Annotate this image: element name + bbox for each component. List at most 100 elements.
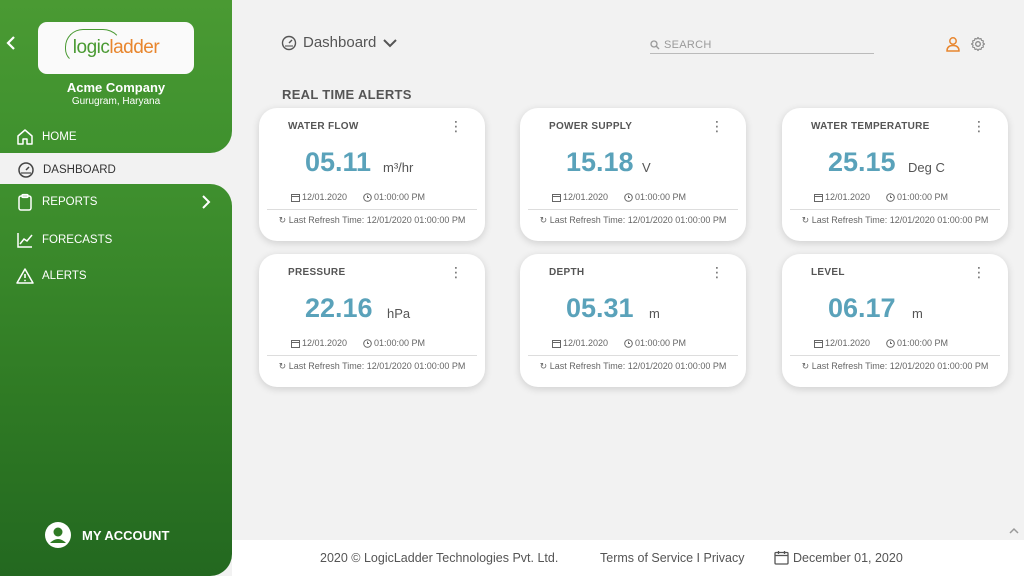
card-title: LEVEL (811, 267, 845, 278)
calendar-icon (774, 551, 789, 565)
company-location: Gurugram, Haryana (71, 96, 161, 107)
card-divider (267, 355, 477, 356)
alert-card-level: LEVEL ⋮ 06.17 m 12/01.2020 01:00:00 PM ↻… (782, 254, 1008, 387)
clock-icon (886, 192, 895, 202)
card-divider (790, 355, 1000, 356)
clock-icon (624, 192, 633, 202)
section-title: REAL TIME ALERTS (282, 87, 412, 102)
card-title: POWER SUPPLY (549, 121, 633, 132)
calendar-icon (552, 339, 561, 348)
calendar-icon (814, 339, 823, 348)
card-unit: m (912, 306, 923, 321)
card-date: 12/01.2020 (552, 192, 608, 202)
refresh-icon: ↻ (278, 215, 287, 225)
search-input[interactable] (664, 38, 864, 51)
card-unit: V (642, 160, 651, 175)
card-date-text: 12/01.2020 (563, 338, 609, 348)
company-logo: logicladder (38, 22, 194, 74)
card-time-text: 01:00:00 PM (897, 192, 949, 202)
chart-line-icon (17, 233, 33, 248)
dashboard-dropdown[interactable]: Dashboard (281, 34, 398, 51)
my-account-label: MY ACCOUNT (82, 527, 170, 543)
card-refresh: ↻ Last Refresh Time: 12/01/2020 01:00:00… (259, 215, 485, 226)
refresh-icon: ↻ (539, 215, 548, 225)
alert-card-water-temperature: WATER TEMPERATURE ⋮ 25.15 Deg C 12/01.20… (782, 108, 1008, 241)
clock-icon (363, 338, 372, 348)
footer-copyright: 2020 © LogicLadder Technologies Pvt. Ltd… (320, 551, 559, 565)
card-value: 05.31 (566, 293, 634, 323)
more-vertical-icon[interactable]: ⋮ (449, 265, 463, 279)
sidebar-item-forecasts[interactable]: FORECASTS (16, 229, 112, 251)
card-time-text: 01:00:00 PM (897, 338, 949, 348)
search-icon (650, 39, 660, 49)
card-time: 01:00:00 PM (363, 192, 425, 202)
sidebar-item-label: REPORTS (42, 196, 98, 208)
card-refresh: ↻ Last Refresh Time: 12/01/2020 01:00:00… (259, 361, 485, 372)
card-value: 05.11 (305, 147, 372, 177)
card-refresh: ↻ Last Refresh Time: 12/01/2020 01:00:00… (782, 215, 1008, 226)
more-vertical-icon[interactable]: ⋮ (449, 119, 463, 133)
calendar-icon (814, 193, 823, 202)
more-vertical-icon[interactable]: ⋮ (710, 265, 724, 279)
warning-icon (16, 268, 34, 284)
sidebar-item-label: HOME (42, 131, 77, 143)
more-vertical-icon[interactable]: ⋮ (710, 119, 724, 133)
refresh-icon: ↻ (801, 361, 810, 371)
more-vertical-icon[interactable]: ⋮ (972, 119, 986, 133)
user-icon[interactable] (945, 36, 961, 52)
card-value: 06.17 (828, 293, 896, 323)
alert-card-pressure: PRESSURE ⋮ 22.16 hPa 12/01.2020 01:00:00… (259, 254, 485, 387)
page-title: Dashboard (303, 34, 377, 51)
card-date-text: 12/01.2020 (302, 192, 348, 202)
card-time: 01:00:00 PM (363, 338, 425, 348)
card-time: 01:00:00 PM (624, 192, 686, 202)
refresh-icon: ↻ (539, 361, 548, 371)
card-refresh-text: Last Refresh Time: 12/01/2020 01:00:00 P… (811, 361, 989, 371)
sidebar-item-alerts[interactable]: ALERTS (16, 265, 87, 287)
gauge-icon (18, 161, 34, 178)
card-time-text: 01:00:00 PM (635, 338, 687, 348)
clipboard-icon (18, 193, 32, 211)
alert-card-depth: DEPTH ⋮ 05.31 m 12/01.2020 01:00:00 PM ↻… (520, 254, 746, 387)
gear-icon[interactable] (970, 36, 986, 52)
card-title: DEPTH (549, 267, 585, 278)
sidebar-item-label: DASHBOARD (43, 163, 116, 176)
clock-icon (886, 338, 895, 348)
clock-icon (624, 338, 633, 348)
scroll-up-icon[interactable] (1008, 526, 1020, 536)
search-bar (650, 36, 874, 54)
sidebar-item-dashboard[interactable]: DASHBOARD (10, 157, 242, 182)
alert-card-water-flow: WATER FLOW ⋮ 05.11 m³/hr 12/01.2020 01:0… (259, 108, 485, 241)
calendar-icon (291, 193, 300, 202)
card-date-text: 12/01.2020 (825, 338, 871, 348)
card-title: WATER FLOW (288, 121, 359, 132)
back-icon[interactable] (6, 36, 20, 52)
card-refresh-text: Last Refresh Time: 12/01/2020 01:00:00 P… (549, 361, 727, 371)
chevron-right-icon (202, 195, 211, 209)
card-refresh-text: Last Refresh Time: 12/01/2020 01:00:00 P… (288, 361, 466, 371)
calendar-icon (552, 193, 561, 202)
card-title: PRESSURE (288, 267, 346, 278)
card-divider (528, 355, 738, 356)
card-value: 22.16 (305, 293, 373, 323)
card-refresh-text: Last Refresh Time: 12/01/2020 01:00:00 P… (811, 215, 989, 225)
card-unit: m (649, 306, 660, 321)
card-date: 12/01.2020 (291, 338, 347, 348)
sidebar-item-home[interactable]: HOME (16, 126, 77, 148)
more-vertical-icon[interactable]: ⋮ (972, 265, 986, 279)
sidebar-item-reports[interactable]: REPORTS (16, 191, 220, 213)
card-time: 01:00:00 PM (886, 192, 948, 202)
card-value: 25.15 (828, 147, 896, 177)
card-date: 12/01.2020 (552, 338, 608, 348)
card-date-text: 12/01.2020 (563, 192, 609, 202)
alert-card-power-supply: POWER SUPPLY ⋮ 15.18 V 12/01.2020 01:00:… (520, 108, 746, 241)
card-date: 12/01.2020 (814, 338, 870, 348)
avatar-icon (45, 522, 71, 548)
home-icon (17, 129, 33, 145)
clock-icon (363, 192, 372, 202)
sidebar-item-label: FORECASTS (42, 234, 113, 246)
my-account-button[interactable]: MY ACCOUNT (44, 521, 169, 549)
card-date-text: 12/01.2020 (825, 192, 871, 202)
footer-terms-link[interactable]: Terms of Service I Privacy (600, 551, 744, 565)
footer-date-text: December 01, 2020 (793, 550, 903, 565)
